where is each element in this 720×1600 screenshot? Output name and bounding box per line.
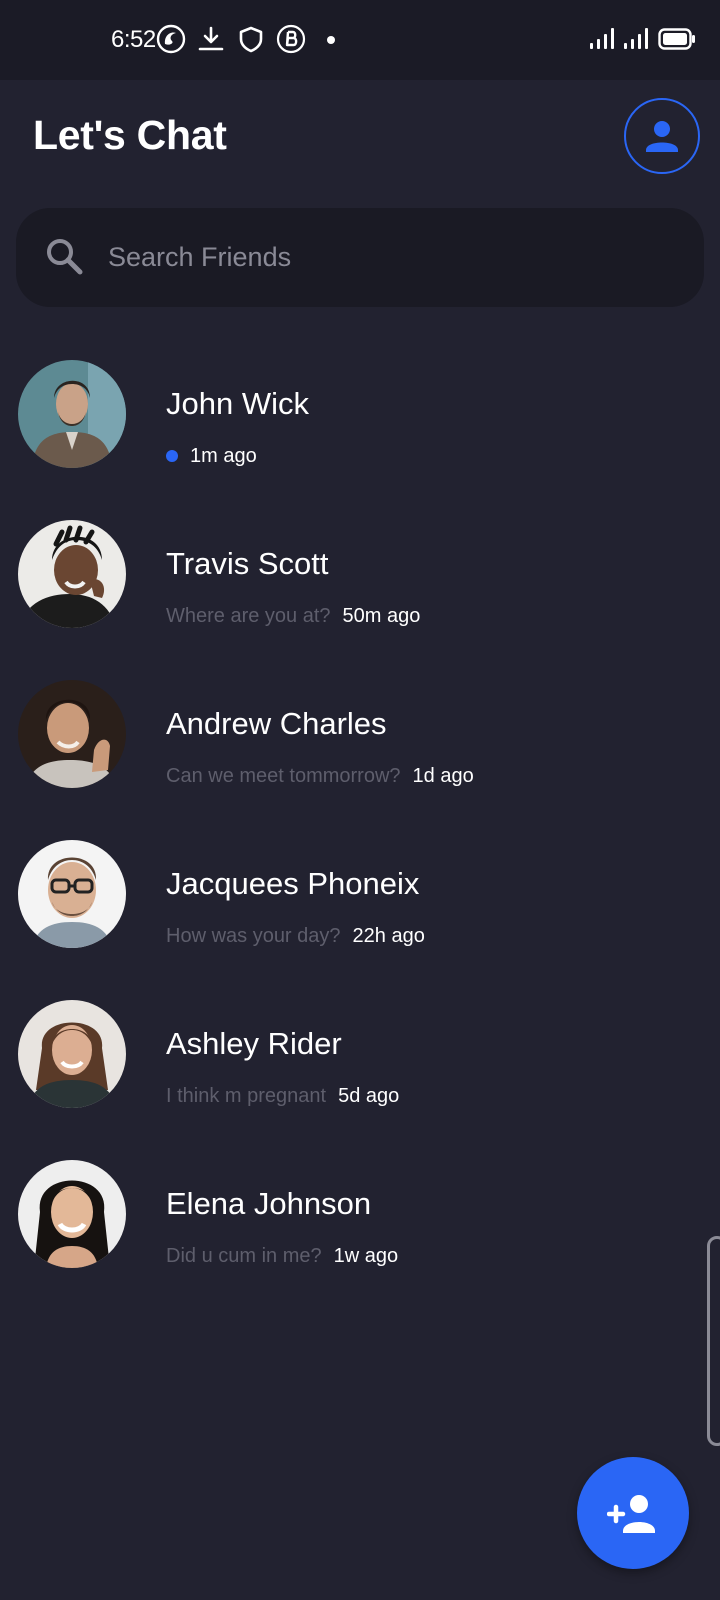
friend-name: Andrew Charles (166, 706, 387, 741)
friend-status-row: 1m ago (166, 442, 257, 470)
friend-item-jacquees-phoneix[interactable]: Jacquees Phoneix How was your day? 22h a… (0, 840, 720, 990)
friend-status-row: Did u cum in me? 1w ago (166, 1242, 398, 1270)
battery-icon (658, 28, 695, 50)
shield-icon (239, 26, 263, 53)
search-icon (47, 239, 83, 275)
avatar (18, 680, 126, 788)
signal-icon (590, 28, 614, 49)
friend-name: Ashley Rider (166, 1026, 342, 1061)
message-time: 1w ago (333, 1244, 399, 1267)
message-time: 1m ago (190, 444, 257, 467)
friend-status-row: How was your day? 22h ago (166, 922, 425, 950)
status-bar: 6:52 (0, 0, 720, 80)
friend-item-andrew-charles[interactable]: Andrew Charles Can we meet tommorrow? 1d… (0, 680, 720, 830)
online-indicator (166, 450, 178, 462)
person-icon (646, 121, 678, 152)
friend-status-row: I think m pregnant 5d ago (166, 1082, 399, 1110)
notification-dot-icon (327, 36, 335, 44)
message-time: 5d ago (338, 1084, 400, 1107)
avatar (18, 1160, 126, 1268)
avatar (18, 840, 126, 948)
message-time: 50m ago (342, 604, 421, 627)
friend-name: Travis Scott (166, 546, 329, 581)
friend-name: John Wick (166, 386, 309, 421)
avatar (18, 520, 126, 628)
friend-name: Jacquees Phoneix (166, 866, 420, 901)
friend-item-travis-scott[interactable]: Travis Scott Where are you at? 50m ago (0, 520, 720, 670)
friend-item-ashley-rider[interactable]: Ashley Rider I think m pregnant 5d ago (0, 1000, 720, 1150)
app-screen: 6:52 Let's Chat Search Friends John Wick… (0, 0, 720, 1600)
friend-item-john-wick[interactable]: John Wick 1m ago (0, 360, 720, 510)
scroll-handle[interactable] (707, 1236, 720, 1446)
friend-name: Elena Johnson (166, 1186, 372, 1221)
profile-button[interactable] (624, 98, 700, 174)
b-circle-icon (276, 24, 306, 54)
avatar (18, 360, 126, 468)
friend-item-elena-johnson[interactable]: Elena Johnson Did u cum in me? 1w ago (0, 1160, 720, 1310)
avatar (18, 1000, 126, 1108)
last-message: Can we meet tommorrow? (166, 764, 401, 787)
app-logo-icon (156, 24, 186, 54)
add-friend-button[interactable] (577, 1457, 689, 1569)
signal-icon (624, 28, 648, 49)
search-input[interactable] (108, 230, 668, 285)
last-message: I think m pregnant (166, 1084, 327, 1107)
download-icon (198, 26, 224, 51)
message-time: 1d ago (412, 764, 474, 787)
status-time: 6:52 (111, 26, 156, 53)
last-message: Did u cum in me? (166, 1244, 322, 1267)
last-message: How was your day? (166, 924, 341, 947)
search-bar[interactable] (16, 208, 704, 307)
last-message: Where are you at? (166, 604, 331, 627)
add-person-icon (607, 1495, 655, 1533)
friend-status-row: Where are you at? 50m ago (166, 602, 420, 630)
friend-status-row: Can we meet tommorrow? 1d ago (166, 762, 474, 790)
page-title: Let's Chat (33, 112, 227, 158)
message-time: 22h ago (352, 924, 425, 947)
